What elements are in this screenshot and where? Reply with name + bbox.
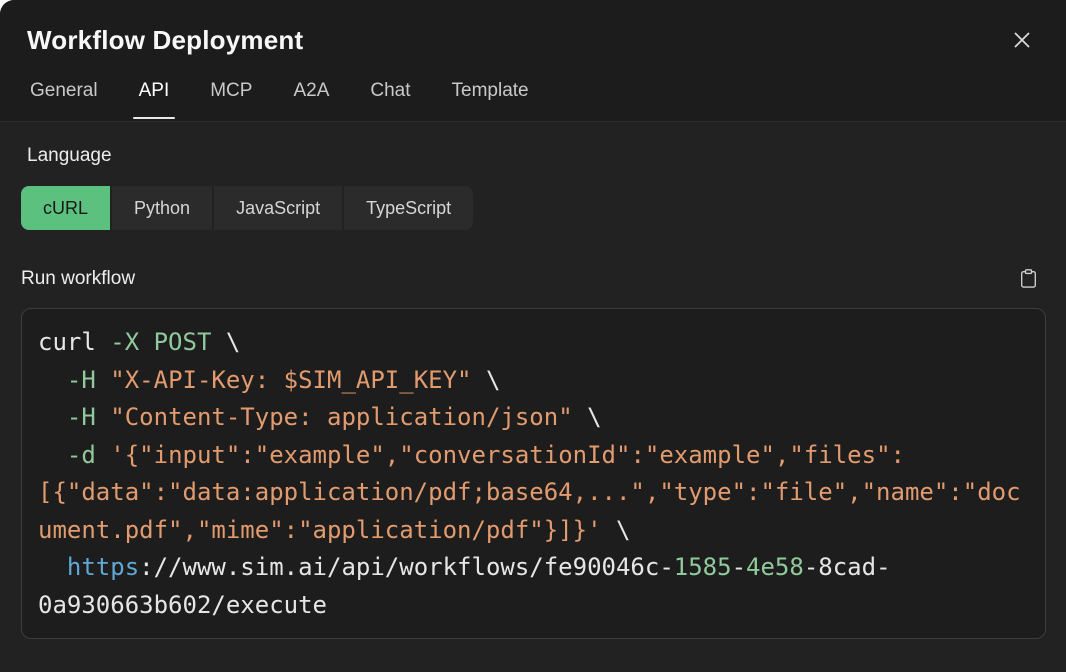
- code-segment: [96, 403, 110, 431]
- code-segment: 1585: [674, 553, 732, 581]
- tab-bar: General API MCP A2A Chat Template: [0, 80, 1066, 121]
- code-segment: -8cad-: [804, 553, 891, 581]
- code-segment: [96, 366, 110, 394]
- code-segment: curl: [38, 328, 110, 356]
- code-segment: "X-API-Key: $SIM_API_KEY": [110, 366, 471, 394]
- lang-option-curl[interactable]: cURL: [21, 186, 110, 230]
- copy-button[interactable]: [1011, 266, 1046, 291]
- clipboard-icon: [1019, 268, 1038, 289]
- modal-title: Workflow Deployment: [27, 24, 303, 56]
- tab-general[interactable]: General: [30, 80, 98, 121]
- code-segment: \: [602, 516, 631, 544]
- code-segment: -d: [67, 441, 96, 469]
- close-icon: [1012, 30, 1032, 50]
- lang-option-typescript[interactable]: TypeScript: [344, 186, 473, 230]
- code-block[interactable]: curl -X POST \ -H "X-API-Key: $SIM_API_K…: [21, 308, 1046, 639]
- code-line: 0a930663b602/execute: [38, 587, 1029, 625]
- code-segment: -H: [67, 403, 96, 431]
- modal-body: Language cURLPythonJavaScriptTypeScript …: [0, 145, 1066, 639]
- tab-chat[interactable]: Chat: [370, 80, 410, 121]
- modal-header: Workflow Deployment General API MCP A2A Chat…: [0, 0, 1066, 122]
- code-line: [{"data":"data:application/pdf;base64,..…: [38, 474, 1029, 512]
- tab-mcp[interactable]: MCP: [210, 80, 252, 121]
- lang-option-javascript[interactable]: JavaScript: [214, 186, 342, 230]
- run-workflow-label: Run workflow: [21, 268, 135, 290]
- language-label: Language: [27, 145, 1046, 167]
- code-segment: -H: [67, 366, 96, 394]
- code-segment: [38, 553, 67, 581]
- title-row: Workflow Deployment: [0, 0, 1066, 56]
- workflow-deployment-modal: Workflow Deployment General API MCP A2A Chat…: [0, 0, 1066, 672]
- code-segment: [38, 403, 67, 431]
- code-line: curl -X POST \: [38, 324, 1029, 362]
- code-segment: ://www.sim.ai/api/workflows/fe90046c-: [139, 553, 674, 581]
- lang-option-python[interactable]: Python: [112, 186, 212, 230]
- code-segment: [38, 366, 67, 394]
- code-segment: 0a930663b602/execute: [38, 591, 327, 619]
- code-line: ument.pdf","mime":"application/pdf"}]}' …: [38, 512, 1029, 550]
- code-segment: https: [67, 553, 139, 581]
- tab-api[interactable]: API: [139, 80, 170, 121]
- code-segment: \: [573, 403, 602, 431]
- code-line: -H "X-API-Key: $SIM_API_KEY" \: [38, 362, 1029, 400]
- code-segment: [{"data":"data:application/pdf;base64,..…: [38, 478, 1021, 506]
- code-segment: 4e58: [746, 553, 804, 581]
- code-segment: [38, 441, 67, 469]
- code-segment: -X POST: [110, 328, 211, 356]
- run-workflow-row: Run workflow: [21, 266, 1046, 291]
- code-line: -H "Content-Type: application/json" \: [38, 399, 1029, 437]
- language-selector: cURLPythonJavaScriptTypeScript: [21, 186, 473, 230]
- tab-a2a[interactable]: A2A: [293, 80, 329, 121]
- tab-template[interactable]: Template: [452, 80, 529, 121]
- code-segment: \: [211, 328, 240, 356]
- code-segment: -: [732, 553, 746, 581]
- code-segment: "Content-Type: application/json": [110, 403, 572, 431]
- code-segment: [96, 441, 110, 469]
- close-button[interactable]: [1008, 26, 1036, 54]
- code-line: -d '{"input":"example","conversationId":…: [38, 437, 1029, 475]
- code-line: https://www.sim.ai/api/workflows/fe90046…: [38, 549, 1029, 587]
- code-segment: '{"input":"example","conversationId":"ex…: [110, 441, 905, 469]
- code-segment: \: [472, 366, 501, 394]
- code-segment: ument.pdf","mime":"application/pdf"}]}': [38, 516, 602, 544]
